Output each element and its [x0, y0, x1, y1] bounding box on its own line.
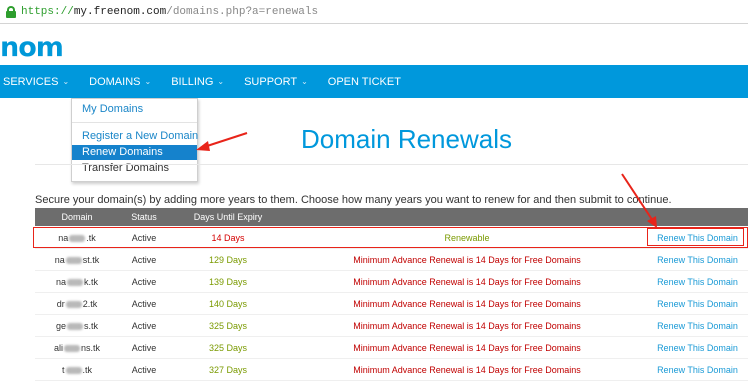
domain-status: Active: [131, 277, 157, 287]
domain-prefix: dr: [56, 299, 65, 309]
days-until-expiry: 129 Days: [208, 255, 248, 265]
table-row: ge s.tk Active 325 Days Minimum Advance R…: [35, 315, 748, 337]
chevron-down-icon: ⌄: [144, 77, 152, 86]
table-row: t .tk Active 327 Days Minimum Advance Ren…: [35, 359, 748, 381]
domain-name: ge s.tk: [35, 315, 119, 337]
nav-support-label: SUPPORT: [244, 75, 298, 88]
menu-item-my-domains[interactable]: My Domains: [72, 102, 197, 117]
redacted-text: [65, 301, 82, 309]
renew-domain-link[interactable]: Renew This Domain: [647, 315, 748, 337]
url-scheme: https://: [21, 5, 74, 18]
table-row: na k.tk Active 139 Days Minimum Advance R…: [35, 271, 748, 293]
days-until-expiry: 325 Days: [208, 321, 248, 331]
address-bar[interactable]: https:// my.freenom.com /domains.php?a=r…: [0, 0, 748, 24]
lock-icon: [6, 5, 16, 18]
renewal-message: Minimum Advance Renewal is 14 Days for F…: [353, 321, 581, 331]
renewal-message: Minimum Advance Renewal is 14 Days for F…: [353, 299, 581, 309]
domain-suffix: 2.tk: [82, 299, 98, 309]
domain-prefix: t: [61, 365, 65, 375]
column-header-status: Status: [131, 212, 157, 222]
renew-domain-link[interactable]: Renew This Domain: [647, 293, 748, 315]
domain-status: Active: [131, 255, 157, 265]
nav-domains-label: DOMAINS: [89, 75, 141, 88]
redacted-text: [65, 257, 82, 265]
nav-support[interactable]: SUPPORT ⌄: [234, 65, 318, 98]
button-highlight-box: [647, 228, 744, 246]
nav-services-label: SERVICES: [3, 75, 59, 88]
nav-billing[interactable]: BILLING ⌄: [161, 65, 234, 98]
page-title: Domain Renewals: [301, 124, 512, 154]
intro-text: Secure your domain(s) by adding more yea…: [35, 194, 672, 206]
nav-services[interactable]: SERVICES ⌄: [0, 65, 79, 98]
menu-item-renew-domains[interactable]: Renew Domains: [72, 145, 197, 160]
domain-prefix: ge: [55, 321, 66, 331]
renewal-message: Minimum Advance Renewal is 14 Days for F…: [353, 365, 581, 375]
domain-name: ali ns.tk: [35, 337, 119, 359]
renewal-message: Minimum Advance Renewal is 14 Days for F…: [353, 277, 581, 287]
renewal-message: Minimum Advance Renewal is 14 Days for F…: [353, 255, 581, 265]
renew-domain-link[interactable]: Renew This Domain: [647, 359, 748, 381]
domain-status: Active: [131, 343, 157, 353]
domain-prefix: na: [54, 255, 65, 265]
domain-name: na k.tk: [35, 271, 119, 293]
renew-domain-link[interactable]: Renew This Domain: [647, 337, 748, 359]
column-header-days: Days Until Expiry: [193, 212, 263, 222]
chevron-down-icon: ⌄: [217, 77, 225, 86]
domain-prefix: ali: [53, 343, 63, 353]
main-nav: SERVICES ⌄ DOMAINS ⌄ BILLING ⌄ SUPPORT ⌄…: [0, 65, 748, 98]
domain-suffix: st.tk: [82, 255, 100, 265]
domain-status: Active: [131, 299, 157, 309]
days-until-expiry: 140 Days: [208, 299, 248, 309]
nav-open-ticket[interactable]: OPEN TICKET: [318, 65, 411, 98]
domain-status: Active: [131, 321, 157, 331]
domain-suffix: ns.tk: [81, 343, 101, 353]
table-header: Domain Status Days Until Expiry: [35, 208, 748, 226]
days-until-expiry: 139 Days: [208, 277, 248, 287]
row-highlight-box: [33, 227, 748, 248]
nav-billing-label: BILLING: [171, 75, 214, 88]
renewal-message: Minimum Advance Renewal is 14 Days for F…: [353, 343, 581, 353]
domains-dropdown-menu: My Domains Register a New Domain Renew D…: [71, 98, 198, 182]
nav-domains[interactable]: DOMAINS ⌄: [79, 65, 161, 98]
domain-suffix: .tk: [82, 365, 93, 375]
domain-status: Active: [131, 365, 157, 375]
url-path: /domains.php?a=renewals: [166, 5, 319, 18]
redacted-text: [67, 279, 83, 287]
domain-name: dr 2.tk: [35, 293, 119, 315]
renew-domain-link[interactable]: Renew This Domain: [647, 249, 748, 271]
days-until-expiry: 325 Days: [208, 343, 248, 353]
domain-name: na st.tk: [35, 249, 119, 271]
renew-domain-link[interactable]: Renew This Domain: [647, 271, 748, 293]
nav-open-ticket-label: OPEN TICKET: [327, 75, 401, 88]
column-header-domain: Domain: [61, 212, 93, 222]
redacted-text: [64, 345, 80, 353]
domain-prefix: na: [55, 277, 66, 287]
divider: [35, 164, 748, 165]
domain-suffix: k.tk: [84, 277, 99, 287]
redacted-text: [67, 323, 83, 331]
menu-item-register-domain[interactable]: Register a New Domain: [72, 129, 198, 144]
chevron-down-icon: ⌄: [62, 77, 70, 86]
menu-divider: [72, 122, 197, 123]
domain-suffix: s.tk: [84, 321, 99, 331]
days-until-expiry: 327 Days: [208, 365, 248, 375]
chevron-down-icon: ⌄: [301, 77, 308, 86]
table-row: ali ns.tk Active 325 Days Minimum Advance…: [35, 337, 748, 359]
domain-name: t .tk: [35, 359, 119, 381]
arrow-to-renew-menu: [196, 132, 248, 151]
url-host: my.freenom.com: [73, 5, 167, 18]
site-logo[interactable]: nom: [0, 32, 64, 63]
table-row: na st.tk Active 129 Days Minimum Advance …: [35, 249, 748, 271]
table-row: dr 2.tk Active 140 Days Minimum Advance R…: [35, 293, 748, 315]
redacted-text: [65, 367, 82, 375]
